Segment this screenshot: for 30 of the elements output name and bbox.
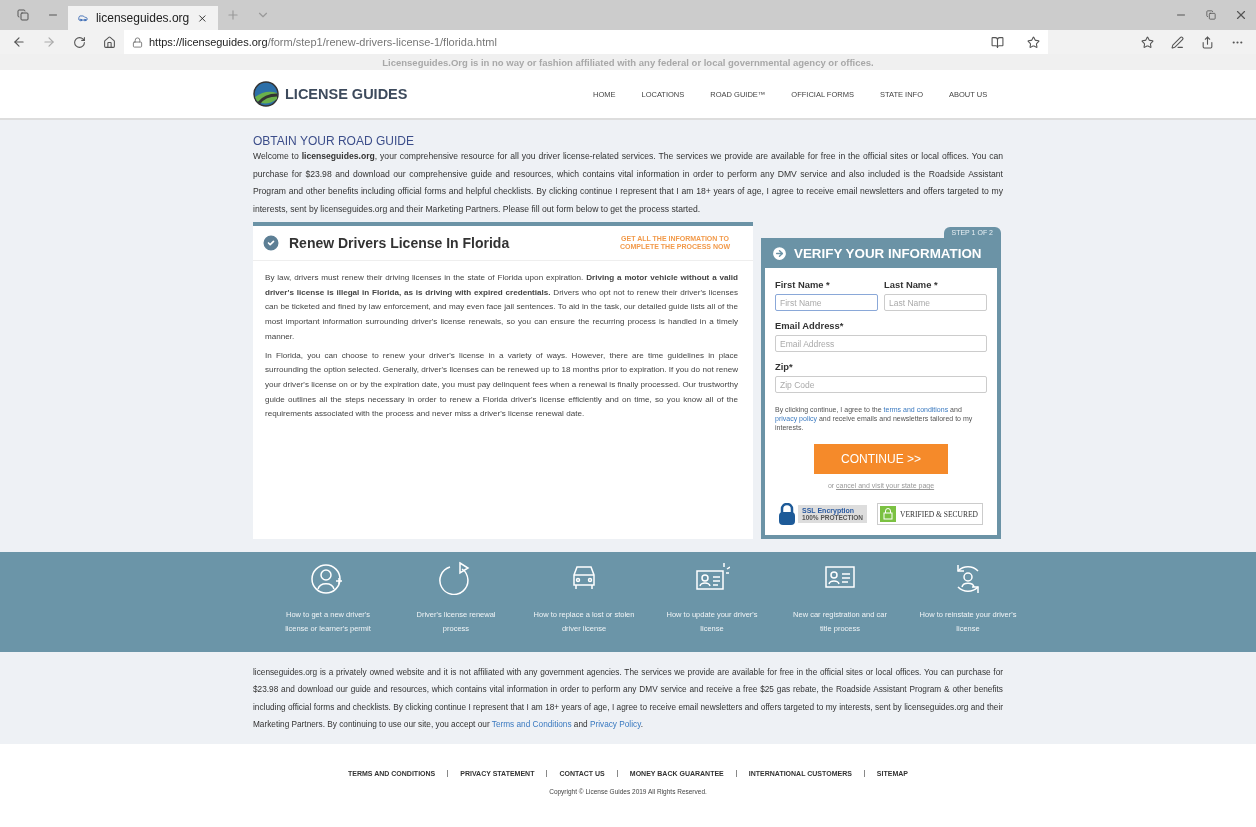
input-field[interactable]: Zip Code [775,376,987,393]
input-field[interactable]: Email Address [775,335,987,352]
input-field[interactable]: First Name [775,294,878,311]
form-title: VERIFY YOUR INFORMATION [794,245,982,261]
road-logo-icon [253,81,279,107]
field-label: Zip* [775,361,794,372]
browser-tab[interactable]: licenseguides.org [68,6,218,30]
input-field[interactable]: Last Name [884,294,987,311]
inline-link[interactable]: Terms and Conditions [491,719,572,729]
article-paragraph: By law, drivers must renew their driving licenses in the state of Florida upon expiration. Driving a motor vehicle without a valid driver's license is illegal in Florida, as is driving with expired credentials. Drivers who opt not to renew their driver's licenses can be ticketed and fined by law enforcement, and may even face jail sentences. To aid in the task, our detailed guide lists all of the most important information surrounding driver's license renewals, so you can ensure the recurring process is handled in a timely manner. [265,272,738,343]
lock-icon [132,36,143,48]
padlock-icon [880,506,897,522]
intro-paragraph: Welcome to licenseguides.org, your comprehensive resource for all you driver license-related services. The services we provide are available for free in the official sites or local offices. You can purchase for $23.98 and download our comprehensive guide and resources, which contains vital information in order to perform any DMV service and also included is the Roadside Assistant Program and other benefits including official forms and helpful checklists. By clicking continue I represent that I am 18+ years of age, I agree to receive email newsletters and offers targeted to my interests, sent by licenseguides.org and their Marketing Partners. Please fill out form below to get the process started. [253,150,1003,216]
tab-title: licenseguides.org [95,11,190,25]
logo-text: LICENSE GUIDES [285,86,408,102]
section-heading: OBTAIN YOUR ROAD GUIDE [253,134,415,148]
field-label: Email Address* [775,320,845,331]
article-paragraph: In Florida, you can choose to renew your driver's license in a variety of ways. However, there are time guidelines in place surrounding the option selected. Generally, driver's licenses can be renewed up to 18 months prior to expiration. If you do not renew your driver's license on or by the expiration date, you must pay delinquent fees when a renewal is finally processed. Our trustworthy guide outlines all the steps necessary in order to renew a Florida driver's license efficiently and on time, so you know all of the requirements associated with the process and never miss a driver's license renewal date. [265,349,738,421]
padlock-icon [779,503,795,525]
address-bar[interactable]: https://licenseguides.org/form/step1/renew-drivers-license-1/florida.html [124,30,1048,54]
url-text: https://licenseguides.org/form/step1/renew-drivers-license-1/florida.html [149,36,497,48]
footer-disclaimer: licenseguides.org is a privately owned website and it is not affiliated with any government agencies. The services we provide are available for free in the official sites or local offices. You can purchase for $23.98 and download our guide and resources, which contains vital information in order to perform any DMV service and receive a free $25 gas rebate, the Roadside Assistant Program & other benefits including official forms and checklists. By clicking continue I represent that I am 18+ years of age, I agree to receive email newsletters and offers targeted to my interests, sent by licenseguides.org and their Marketing Partners. By continuing to use our site, you accept our Terms and Conditions and Privacy Policy. [0,652,1256,745]
arrow-circle-icon [771,244,788,262]
article-title: Renew Drivers License In Florida [289,235,511,251]
field-label: Last Name * [884,279,939,290]
check-circle-icon [261,233,281,253]
car-icon [78,12,88,24]
field-label: First Name * [775,279,831,290]
inline-link[interactable]: Privacy Policy [589,719,641,729]
disclaimer-notice: Licenseguides.Org is in no way or fashion affiliated with any federal or local governmental agency or offices. [0,54,1256,70]
